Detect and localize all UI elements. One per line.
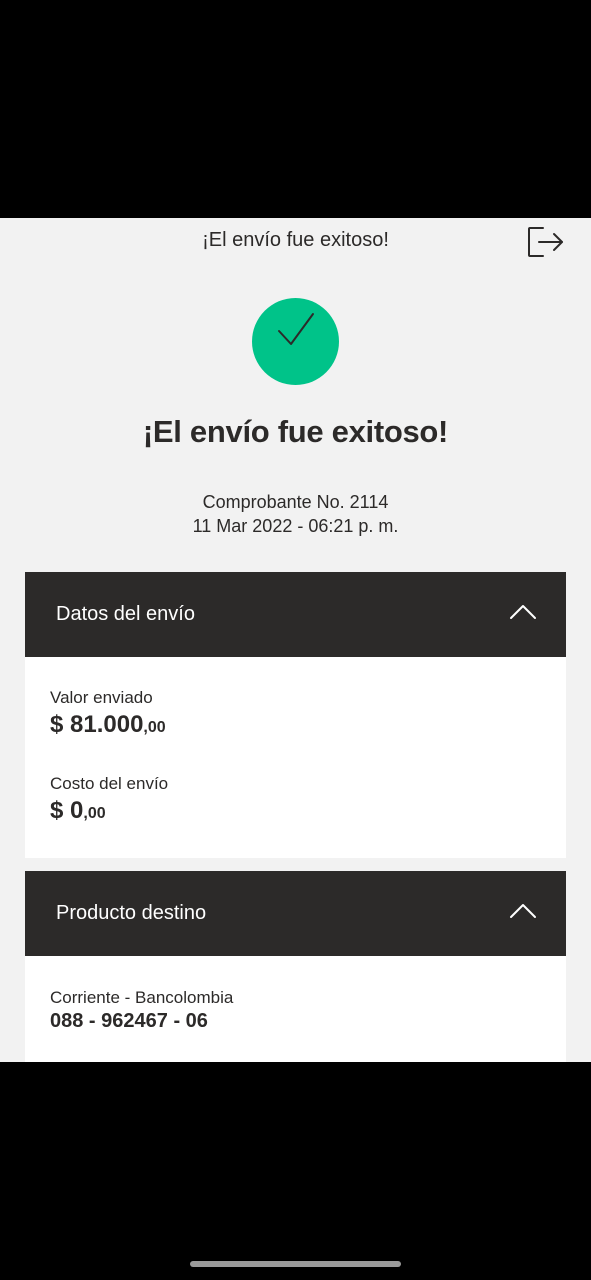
sent-value-amount: $ 81.000,00 xyxy=(50,711,166,739)
home-indicator[interactable] xyxy=(190,1261,401,1267)
chevron-up-icon xyxy=(510,605,536,619)
destination-section-header[interactable]: Producto destino xyxy=(25,871,566,956)
sent-amount-main: $ 81.000 xyxy=(50,711,144,738)
receipt-info: Comprobante No. 2114 11 Mar 2022 - 06:21… xyxy=(0,490,591,538)
chevron-up-icon xyxy=(510,904,536,918)
shipping-cost-label: Costo del envío xyxy=(50,774,169,793)
top-bar: ¡El envío fue exitoso! xyxy=(0,218,591,264)
cost-amount-main: $ 0 xyxy=(50,797,84,824)
account-type: Corriente - Bancolombia xyxy=(50,988,234,1007)
shipment-section-body: Valor enviado $ 81.000,00 Costo del enví… xyxy=(25,657,566,858)
shipping-cost-amount: $ 0,00 xyxy=(50,797,106,825)
success-check-icon xyxy=(252,298,339,385)
destination-section-title: Producto destino xyxy=(56,902,207,924)
receipt-number: Comprobante No. 2114 xyxy=(202,492,389,512)
sent-amount-cents: ,00 xyxy=(143,719,166,736)
shipment-section-title: Datos del envío xyxy=(56,603,195,625)
logout-icon xyxy=(528,227,563,257)
destination-section-body: Corriente - Bancolombia 088 - 962467 - 0… xyxy=(25,956,566,1062)
logout-button[interactable] xyxy=(524,222,566,262)
page-title: ¡El envío fue exitoso! xyxy=(142,414,449,449)
sent-value-label: Valor enviado xyxy=(50,688,153,707)
receipt-datetime: 11 Mar 2022 - 06:21 p. m. xyxy=(192,516,399,536)
header-title: ¡El envío fue exitoso! xyxy=(202,229,389,251)
app-screen: ¡El envío fue exitoso! ¡El envío fue exi… xyxy=(0,218,591,1062)
shipment-section-header[interactable]: Datos del envío xyxy=(25,572,566,657)
cost-amount-cents: ,00 xyxy=(83,805,106,822)
account-number: 088 - 962467 - 06 xyxy=(50,1010,208,1032)
